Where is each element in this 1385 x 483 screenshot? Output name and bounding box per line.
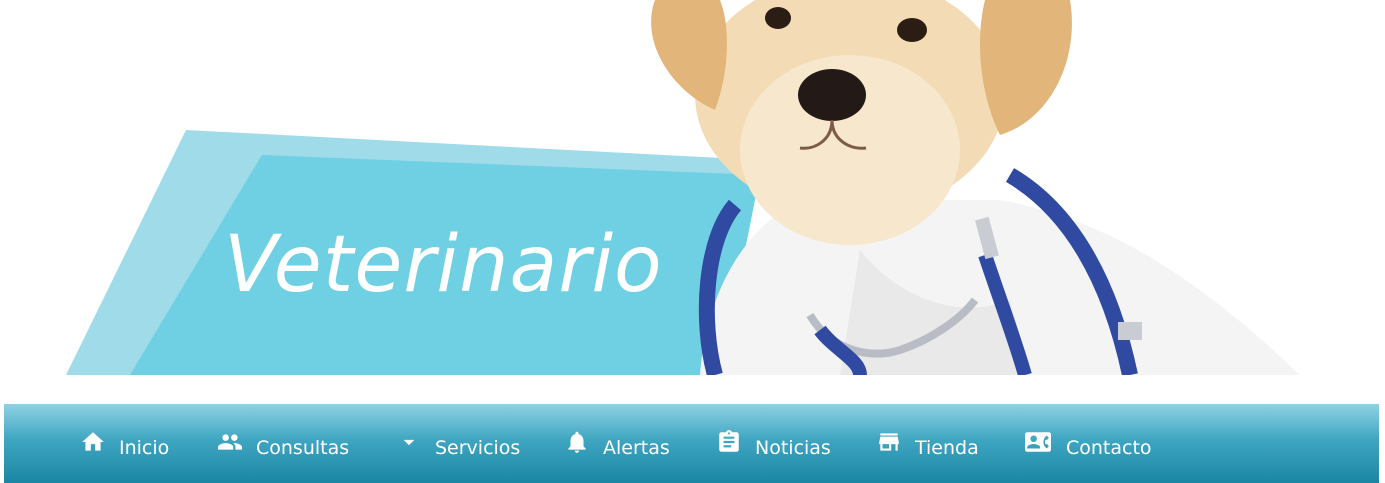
nav-item-label: Noticias bbox=[755, 436, 831, 459]
banner-title: Veterinario bbox=[224, 220, 663, 310]
nav-item-servicios[interactable]: Servicios bbox=[396, 404, 520, 483]
nav-item-label: Consultas bbox=[256, 436, 350, 459]
nav-item-noticias[interactable]: Noticias bbox=[716, 404, 831, 483]
nav-item-tienda[interactable]: Tienda bbox=[876, 404, 979, 483]
nav-item-consultas[interactable]: Consultas bbox=[217, 404, 349, 483]
nav-item-inicio[interactable]: Inicio bbox=[80, 404, 169, 483]
header-banner: Veterinario bbox=[0, 0, 1385, 375]
people-icon bbox=[217, 429, 243, 455]
store-icon bbox=[876, 429, 902, 455]
contact-card-icon bbox=[1023, 429, 1053, 455]
clipboard-icon bbox=[716, 429, 742, 455]
main-navbar: Inicio Consultas Servicios Alertas Notic bbox=[4, 404, 1379, 483]
nav-item-label: Inicio bbox=[119, 436, 170, 459]
nav-item-alertas[interactable]: Alertas bbox=[564, 404, 670, 483]
nav-item-label: Tienda bbox=[915, 436, 979, 459]
caret-down-icon bbox=[396, 429, 422, 455]
nav-item-label: Contacto bbox=[1066, 436, 1152, 459]
nav-item-label: Servicios bbox=[435, 436, 521, 459]
bell-icon bbox=[564, 429, 590, 455]
nav-item-label: Alertas bbox=[603, 436, 670, 459]
home-icon bbox=[80, 429, 106, 455]
banner-illustration bbox=[66, 0, 1300, 375]
nav-item-contacto[interactable]: Contacto bbox=[1023, 404, 1152, 483]
